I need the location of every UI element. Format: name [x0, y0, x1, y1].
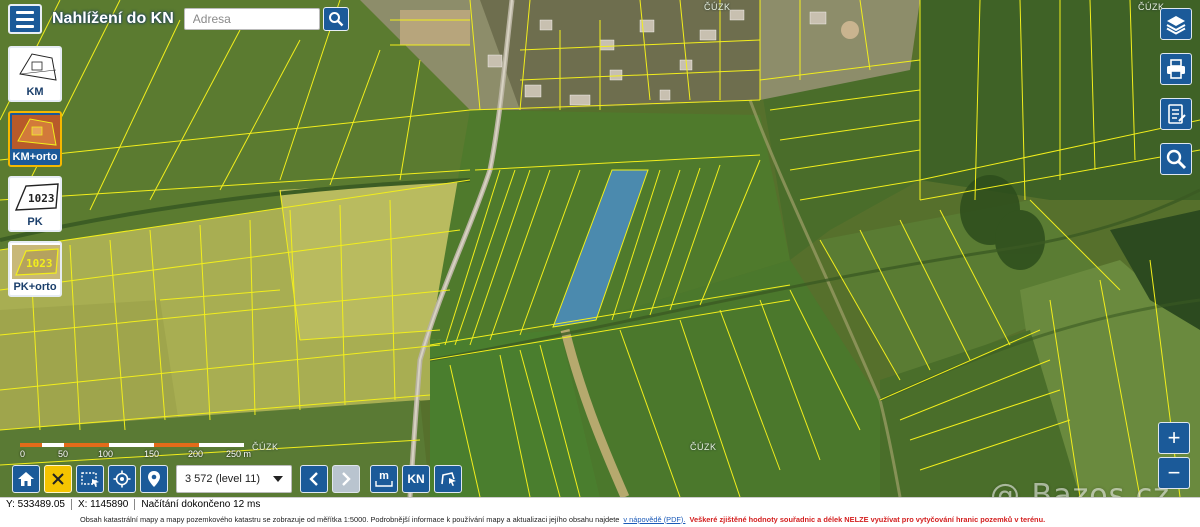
kn-info-button[interactable]: KN — [402, 465, 430, 493]
cuzk-watermark: ČÚZK — [704, 2, 731, 12]
cadastral-map[interactable]: ČÚZK ČÚZK ČÚZK ČÚZK — [0, 0, 1200, 497]
zoom-level-value: 3 572 (level 11) — [185, 473, 261, 485]
scale-tick: 150 — [144, 449, 160, 459]
measure-label: m — [379, 469, 389, 482]
notes-button[interactable] — [1160, 98, 1192, 130]
layer-km-button[interactable]: KM — [8, 46, 62, 102]
scale-tick: 0 — [20, 449, 26, 459]
printer-icon — [1167, 59, 1185, 79]
bottom-toolbar: 3 572 (level 11) m KN — [12, 465, 466, 493]
layer-pk-orto-label: PK+orto — [13, 281, 57, 293]
layers-button[interactable] — [1160, 8, 1192, 40]
right-toolbar — [1160, 8, 1192, 188]
layer-km-orto-button[interactable]: KM+orto — [8, 111, 62, 167]
cuzk-watermark: ČÚZK — [690, 442, 717, 452]
previous-view-button[interactable] — [300, 465, 328, 493]
scale-tick: 200 — [188, 449, 204, 459]
draw-area-button[interactable] — [434, 465, 462, 493]
search-tool-button[interactable] — [1160, 143, 1192, 175]
scale-tick: 250 m — [226, 449, 252, 459]
layers-icon — [1166, 16, 1186, 35]
chevron-left-icon — [309, 472, 318, 486]
chevron-down-icon — [273, 476, 283, 482]
scale-tick: 50 — [58, 449, 69, 459]
coordinate-x: X: 1145890 — [72, 499, 136, 510]
magnifier-icon — [1166, 149, 1187, 170]
svg-text:1023: 1023 — [26, 257, 53, 270]
cuzk-watermark: ČÚZK — [252, 442, 279, 452]
layer-km-label: KM — [26, 86, 44, 98]
pk-map-icon: 1023 — [12, 180, 60, 214]
help-pdf-link[interactable]: v nápovědě (PDF). — [623, 515, 685, 524]
select-area-icon — [81, 472, 99, 487]
place-marker-button[interactable] — [140, 465, 168, 493]
layer-pk-button[interactable]: 1023 PK — [8, 176, 62, 232]
close-icon — [52, 473, 64, 485]
warning-text: Veškeré zjištěné hodnoty souřadnic a dél… — [689, 514, 1046, 524]
measure-button[interactable]: m — [370, 465, 398, 493]
clear-selection-button[interactable] — [44, 465, 72, 493]
svg-text:1023: 1023 — [28, 192, 55, 205]
layer-pk-label: PK — [27, 216, 43, 228]
crosshair-icon — [113, 470, 131, 488]
menu-button[interactable] — [8, 4, 42, 34]
scale-bar: 0 50 100 150 200 250 m — [18, 440, 252, 462]
km-orto-icon — [12, 115, 60, 149]
home-icon — [18, 472, 34, 486]
info-text: Obsah katastrální mapy a mapy pozemkovéh… — [80, 514, 620, 524]
search-icon — [328, 12, 344, 27]
zoom-in-button[interactable]: + — [1158, 422, 1190, 454]
polygon-draw-icon — [441, 472, 456, 486]
top-bar: Nahlížení do KN — [8, 4, 349, 34]
scale-bar-graphic — [20, 443, 244, 447]
status-bar: Y: 533489.05 X: 1145890 Načítání dokonče… — [0, 497, 1200, 511]
km-map-icon — [12, 50, 60, 84]
loading-status: Načítání dokončeno 12 ms — [141, 499, 261, 510]
layer-km-orto-label: KM+orto — [12, 151, 58, 163]
scale-tick: 100 — [98, 449, 114, 459]
home-button[interactable] — [12, 465, 40, 493]
next-view-button[interactable] — [332, 465, 360, 493]
chevron-right-icon — [342, 472, 351, 486]
address-search-input[interactable] — [183, 8, 320, 30]
pk-orto-icon: 1023 — [12, 245, 60, 279]
select-area-button[interactable] — [76, 465, 104, 493]
info-bar: Obsah katastrální mapy a mapy pozemkovéh… — [0, 511, 1200, 527]
locate-button[interactable] — [108, 465, 136, 493]
document-icon — [1168, 104, 1186, 124]
menu-icon — [16, 10, 34, 14]
map-pin-icon — [148, 471, 160, 487]
layer-switcher: KM KM+orto 1023 PK 1023 PK+orto — [8, 46, 64, 306]
zoom-level-select[interactable]: 3 572 (level 11) — [176, 465, 292, 493]
print-button[interactable] — [1160, 53, 1192, 85]
layer-pk-orto-button[interactable]: 1023 PK+orto — [8, 241, 62, 297]
coordinate-y: Y: 533489.05 — [0, 499, 72, 510]
search-button[interactable] — [322, 7, 349, 31]
ruler-icon — [375, 480, 393, 487]
app-title: Nahlížení do KN — [52, 10, 174, 27]
